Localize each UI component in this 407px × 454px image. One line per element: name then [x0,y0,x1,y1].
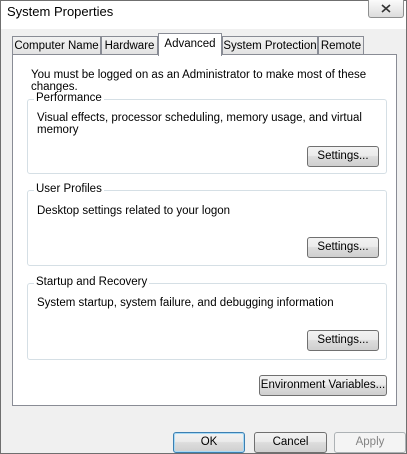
admin-note: You must be logged on as an Administrato… [31,69,367,93]
dialog-footer: OK Cancel Apply [1,406,406,453]
startup-recovery-settings-button[interactable]: Settings... [307,330,379,351]
performance-settings-button[interactable]: Settings... [307,146,379,167]
tab-computer-name[interactable]: Computer Name [12,36,101,54]
apply-button[interactable]: Apply [334,432,406,453]
user-profiles-group: User Profiles Desktop settings related t… [27,183,387,266]
user-profiles-description: Desktop settings related to your logon [37,205,231,217]
tab-remote[interactable]: Remote [318,36,364,54]
title-bar[interactable]: System Properties [1,0,406,29]
performance-legend: Performance [34,92,104,104]
ok-button[interactable]: OK [173,432,245,453]
tab-system-protection[interactable]: System Protection [222,36,318,54]
user-profiles-legend: User Profiles [34,183,104,195]
close-icon [381,4,391,13]
startup-recovery-description: System startup, system failure, and debu… [37,297,334,309]
performance-description: Visual effects, processor scheduling, me… [37,112,362,136]
system-properties-window: System Properties Computer Name Hardware… [0,0,407,454]
close-button[interactable] [368,0,404,18]
user-profiles-settings-button[interactable]: Settings... [307,237,379,258]
startup-recovery-group: Startup and Recovery System startup, sys… [27,276,387,360]
advanced-tab-panel: You must be logged on as an Administrato… [12,54,397,406]
tab-hardware[interactable]: Hardware [101,36,158,54]
window-title: System Properties [7,4,114,19]
tab-advanced[interactable]: Advanced [158,33,222,56]
cancel-button[interactable]: Cancel [254,432,327,453]
environment-variables-button[interactable]: Environment Variables... [259,375,387,396]
performance-group: Performance Visual effects, processor sc… [27,92,387,174]
startup-recovery-legend: Startup and Recovery [34,276,150,288]
